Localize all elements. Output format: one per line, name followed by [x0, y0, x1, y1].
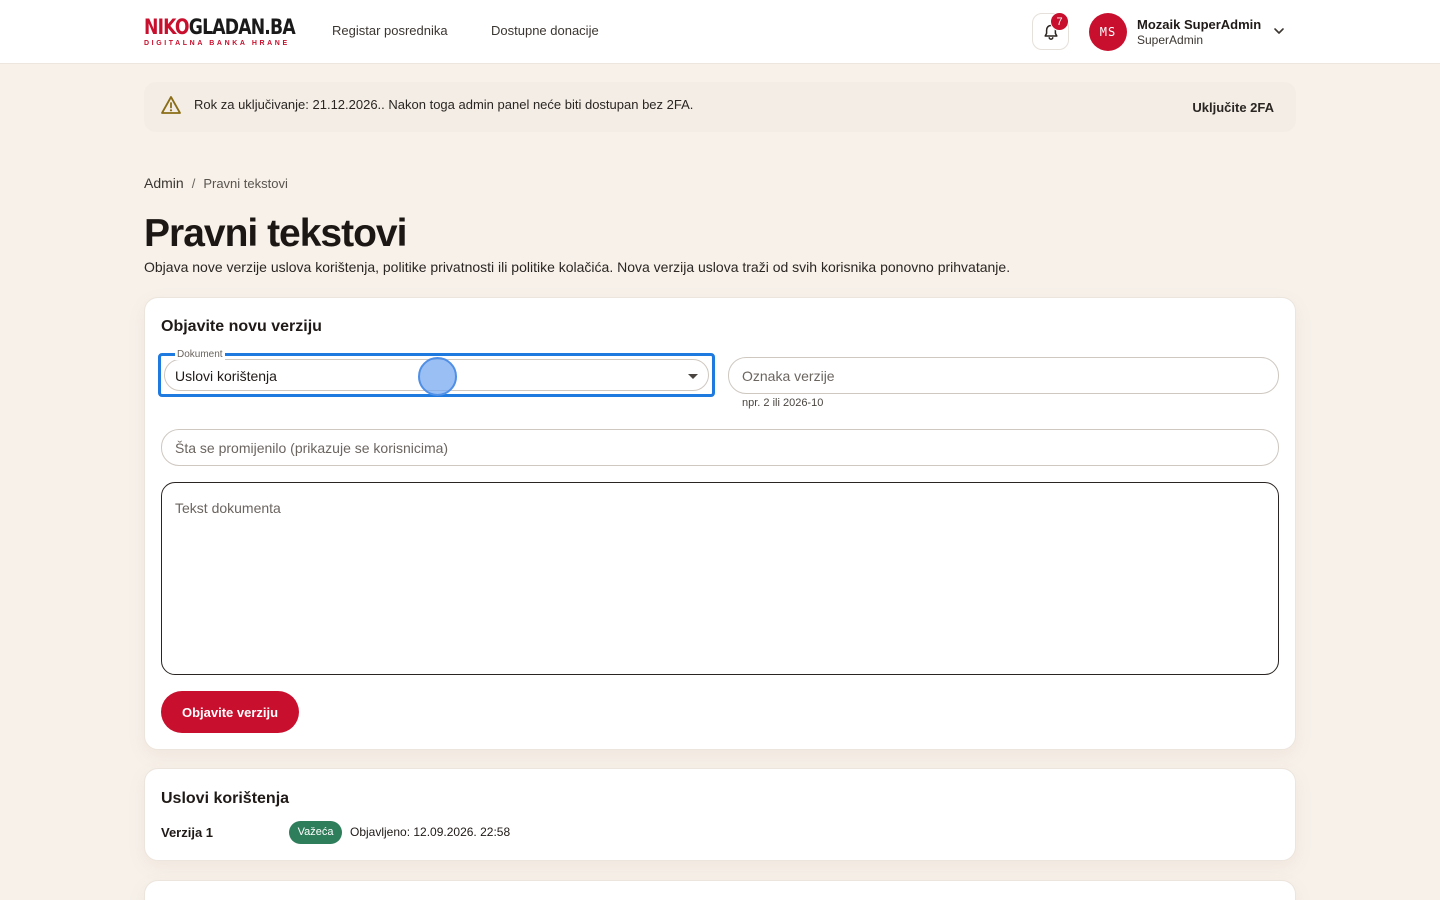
- publish-card-title: Objavite novu verziju: [161, 318, 322, 335]
- click-indicator: [418, 357, 457, 396]
- document-text-textarea[interactable]: [161, 482, 1279, 675]
- status-badge: Važeća: [289, 821, 342, 844]
- publish-version-button[interactable]: Objavite verziju: [161, 691, 299, 733]
- notifications-count-badge: 7: [1050, 12, 1069, 31]
- breadcrumb: Admin / Pravni tekstovi: [144, 175, 288, 191]
- chevron-down-icon[interactable]: [1273, 26, 1285, 36]
- logo-tagline: DIGITALNA BANKA HRANE: [144, 40, 290, 47]
- breadcrumb-current: Pravni tekstovi: [203, 176, 288, 191]
- user-role: SuperAdmin: [1137, 33, 1204, 47]
- changes-placeholder: Šta se promijenilo (prikazuje se korisni…: [175, 440, 449, 456]
- logo-wordmark: NIKOGLADAN.BA: [144, 15, 296, 39]
- document-select-value[interactable]: Uslovi korištenja: [175, 368, 277, 384]
- nav-dostupne-donacije[interactable]: Dostupne donacije: [491, 23, 599, 38]
- document-select-label: Dokument: [175, 349, 225, 360]
- breadcrumb-admin[interactable]: Admin: [144, 175, 184, 191]
- page-description: Objava nove verzije uslova korištenja, p…: [144, 259, 1011, 275]
- user-name[interactable]: Mozaik SuperAdmin: [1137, 17, 1261, 32]
- page-title: Pravni tekstovi: [144, 212, 407, 255]
- enable-2fa-button[interactable]: Uključite 2FA: [1192, 100, 1274, 115]
- version-label: Verzija 1: [161, 825, 214, 840]
- logo[interactable]: NIKOGLADAN.BA DIGITALNA BANKA HRANE: [144, 15, 296, 48]
- document-title: Uslovi korištenja: [161, 790, 290, 807]
- published-timestamp: Objavljeno: 12.09.2026. 22:58: [350, 825, 511, 839]
- breadcrumb-separator: /: [191, 176, 196, 191]
- twofa-alert-banner: Rok za uključivanje: 21.12.2026.. Nakon …: [144, 82, 1296, 132]
- user-avatar[interactable]: MS: [1089, 13, 1127, 51]
- version-label-placeholder: Oznaka verzije: [742, 368, 835, 384]
- next-document-card: [144, 880, 1296, 900]
- nav-registar-posrednika[interactable]: Registar posrednika: [332, 23, 448, 38]
- document-text-placeholder: Tekst dokumenta: [175, 500, 281, 516]
- document-versions-card: Uslovi korištenja: [144, 768, 1296, 861]
- version-label-helper: npr. 2 ili 2026-10: [742, 397, 824, 409]
- warning-icon: [161, 96, 181, 114]
- top-header: NIKOGLADAN.BA DIGITALNA BANKA HRANE Regi…: [0, 0, 1440, 64]
- caret-down-icon[interactable]: [687, 373, 699, 380]
- alert-message: Rok za uključivanje: 21.12.2026.. Nakon …: [194, 97, 694, 112]
